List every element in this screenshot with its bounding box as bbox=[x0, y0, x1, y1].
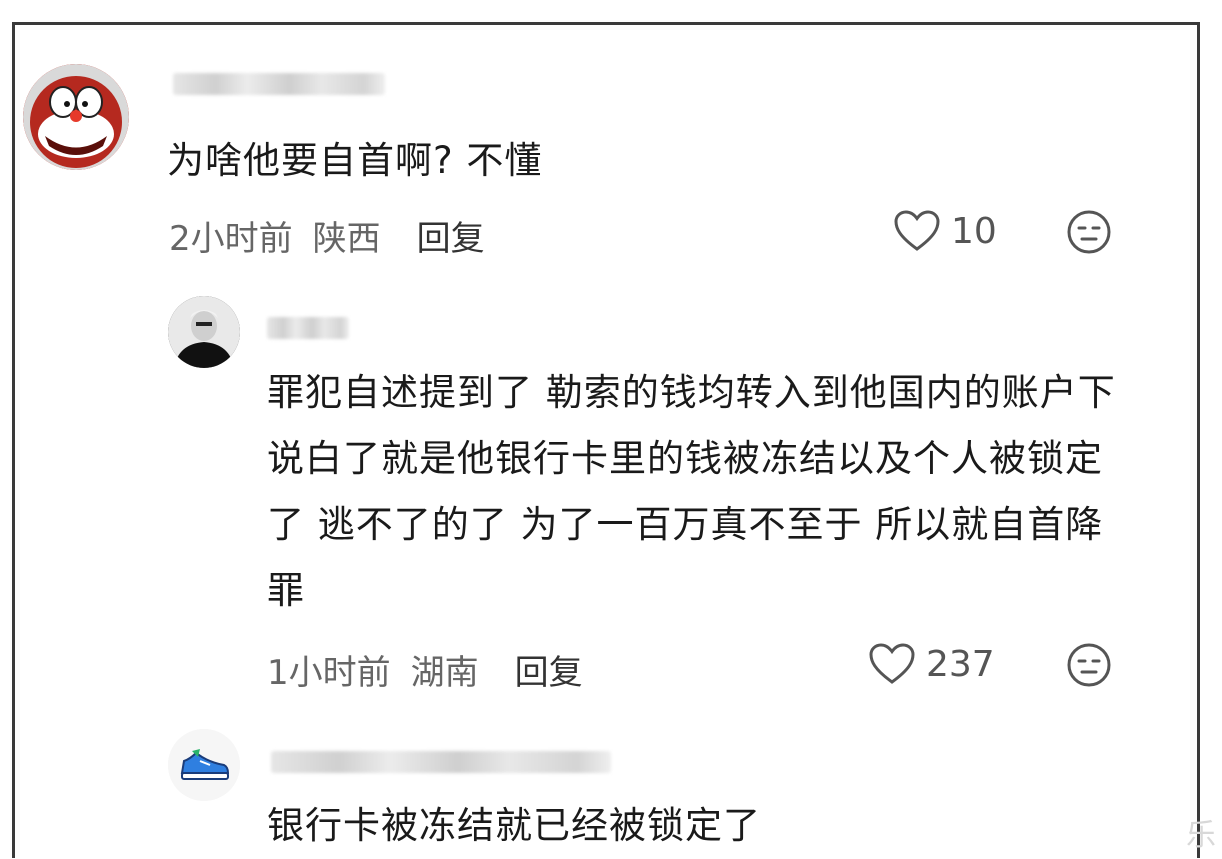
comment-meta: 1小时前 湖南 回复 bbox=[267, 645, 583, 694]
comment-location: 陕西 bbox=[312, 219, 381, 259]
sneaker-avatar-icon bbox=[168, 729, 240, 801]
comment-time: 1小时前 bbox=[267, 653, 391, 693]
username-blurred[interactable] bbox=[173, 73, 385, 95]
avatar[interactable] bbox=[23, 64, 129, 170]
username-blurred[interactable] bbox=[271, 751, 611, 773]
neutral-face-icon bbox=[1067, 210, 1111, 254]
like-count: 10 bbox=[951, 210, 997, 252]
comment-text: 银行卡被冻结就已经被锁定了 bbox=[267, 804, 761, 847]
heart-icon bbox=[894, 210, 940, 251]
heart-icon bbox=[869, 643, 915, 684]
comment-location: 湖南 bbox=[410, 653, 479, 693]
username-blurred[interactable] bbox=[267, 317, 349, 339]
avatar[interactable] bbox=[168, 296, 240, 368]
portrait-photo-avatar-icon bbox=[168, 296, 240, 368]
comment-time: 2小时前 bbox=[169, 219, 293, 259]
comment-text: 罪犯自述提到了 勒索的钱均转入到他国内的账户下 说白了就是他银行卡里的钱被冻结以… bbox=[267, 371, 1116, 612]
comment-meta: 2小时前 陕西 回复 bbox=[169, 211, 485, 260]
watermark: 乐 bbox=[1186, 818, 1216, 853]
neutral-face-icon bbox=[1067, 643, 1111, 687]
comment-text: 为啥他要自首啊? 不懂 bbox=[167, 139, 543, 182]
like-count: 237 bbox=[926, 643, 995, 685]
dislike-button[interactable] bbox=[1066, 209, 1112, 259]
like-button[interactable]: 237 bbox=[868, 642, 995, 686]
reply-button[interactable]: 回复 bbox=[515, 645, 583, 694]
reply-button[interactable]: 回复 bbox=[417, 211, 485, 260]
avatar[interactable] bbox=[168, 729, 240, 801]
like-button[interactable]: 10 bbox=[893, 209, 997, 253]
cartoon-cat-avatar-icon bbox=[23, 64, 129, 170]
dislike-button[interactable] bbox=[1066, 642, 1112, 692]
comment-panel: 为啥他要自首啊? 不懂 2小时前 陕西 回复 10 罪犯自述提到了 勒索的钱均转… bbox=[12, 22, 1200, 858]
